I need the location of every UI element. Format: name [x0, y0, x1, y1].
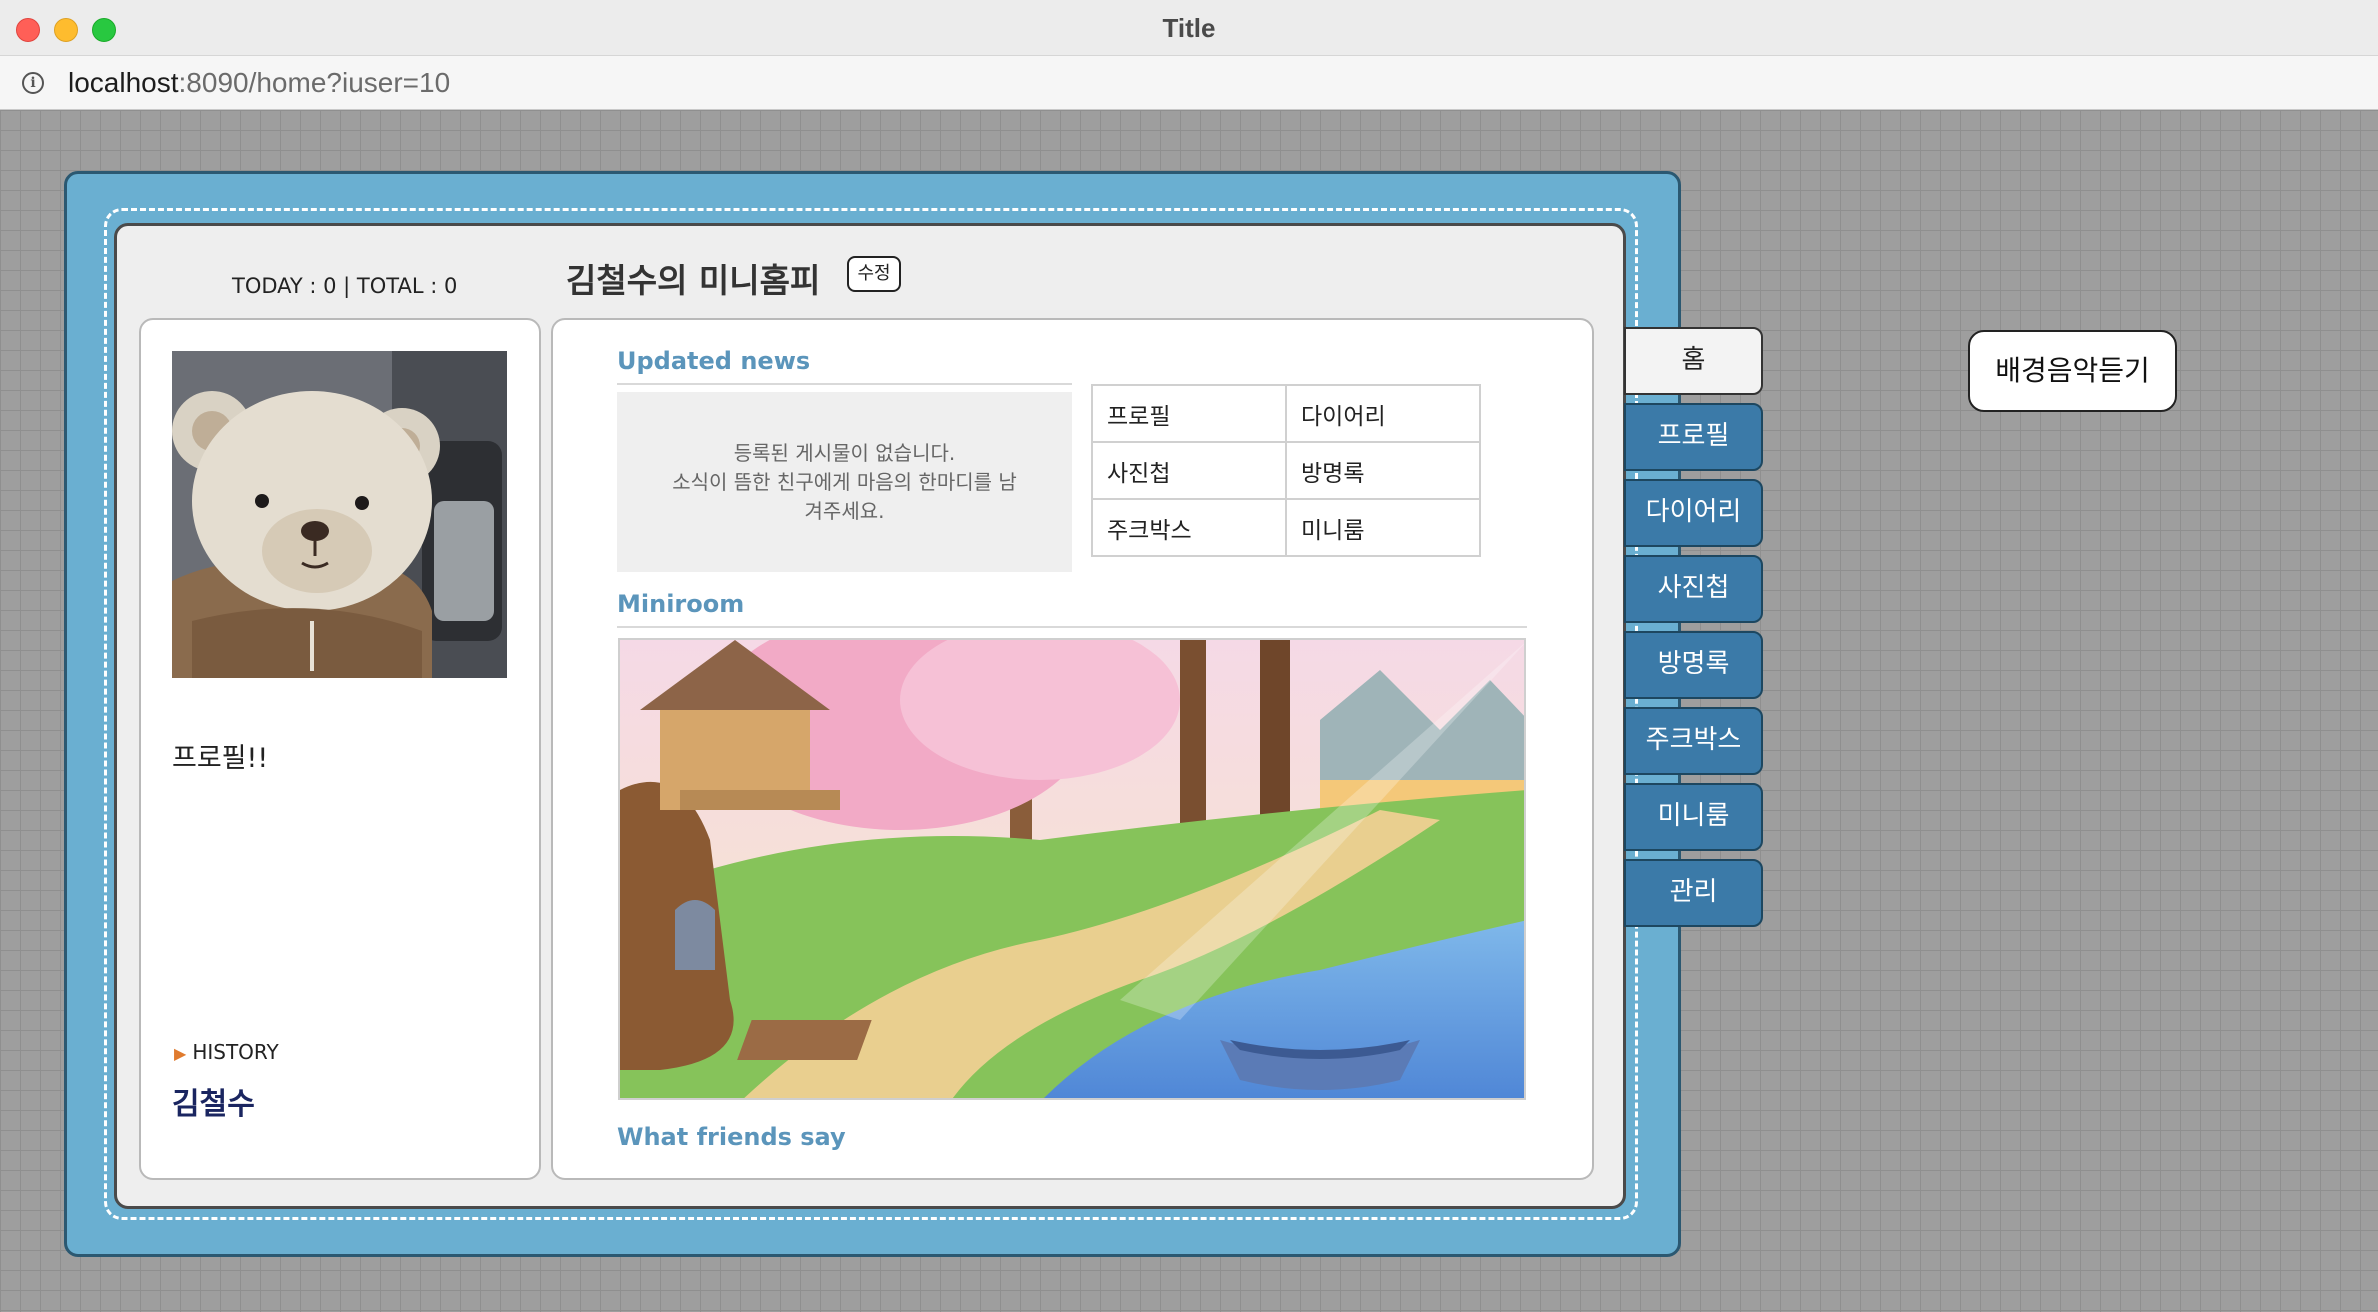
miniroom-title: Miniroom: [617, 590, 745, 618]
history-label: HISTORY: [192, 1040, 279, 1064]
profile-message: 프로필!!: [172, 743, 269, 774]
miniroom-image: [618, 638, 1526, 1100]
url-path: :8090/home?iuser=10: [178, 67, 451, 98]
tab-home[interactable]: 홈: [1624, 327, 1763, 395]
triangle-right-icon: ▶: [174, 1044, 187, 1063]
menu-cell-miniroom[interactable]: 미니룸: [1285, 498, 1481, 557]
background-music-button[interactable]: 배경음악듣기: [1968, 330, 2177, 412]
page-title: 김철수의 미니홈피: [566, 261, 821, 300]
edit-title-button[interactable]: 수정: [847, 256, 901, 292]
history-link[interactable]: ▶ HISTORY: [174, 1040, 279, 1064]
updated-news-title: Updated news: [617, 347, 811, 375]
miniroom-divider: [617, 626, 1527, 628]
menu-cell-profile[interactable]: 프로필: [1091, 384, 1287, 443]
tab-photos[interactable]: 사진첩: [1624, 555, 1763, 623]
tab-miniroom[interactable]: 미니룸: [1624, 783, 1763, 851]
menu-cell-jukebox[interactable]: 주크박스: [1091, 498, 1287, 557]
visit-counter: TODAY : 0 | TOTAL : 0: [232, 274, 458, 298]
tab-guestbook[interactable]: 방명록: [1624, 631, 1763, 699]
url-host: localhost: [68, 67, 179, 98]
window-titlebar: Title: [0, 0, 2378, 56]
menu-cell-photos[interactable]: 사진첩: [1091, 441, 1287, 500]
news-empty-box: 등록된 게시물이 없습니다. 소식이 뜸한 친구에게 마음의 한마디를 남 겨주…: [617, 392, 1072, 572]
tab-manage[interactable]: 관리: [1624, 859, 1763, 927]
tab-profile[interactable]: 프로필: [1624, 403, 1763, 471]
menu-cell-guestbook[interactable]: 방명록: [1285, 441, 1481, 500]
menu-grid: 프로필 다이어리 사진첩 방명록 주크박스 미니룸: [1091, 384, 1481, 557]
tab-diary[interactable]: 다이어리: [1624, 479, 1763, 547]
owner-name: 김철수: [172, 1087, 255, 1122]
info-icon[interactable]: i: [22, 72, 44, 94]
tab-jukebox[interactable]: 주크박스: [1624, 707, 1763, 775]
window-title: Title: [1162, 13, 1216, 43]
profile-photo: [172, 351, 507, 678]
url-text[interactable]: localhost:8090/home?iuser=10: [68, 67, 450, 99]
updated-news-divider: [617, 383, 1072, 385]
menu-cell-diary[interactable]: 다이어리: [1285, 384, 1481, 443]
friends-say-title: What friends say: [617, 1123, 846, 1151]
